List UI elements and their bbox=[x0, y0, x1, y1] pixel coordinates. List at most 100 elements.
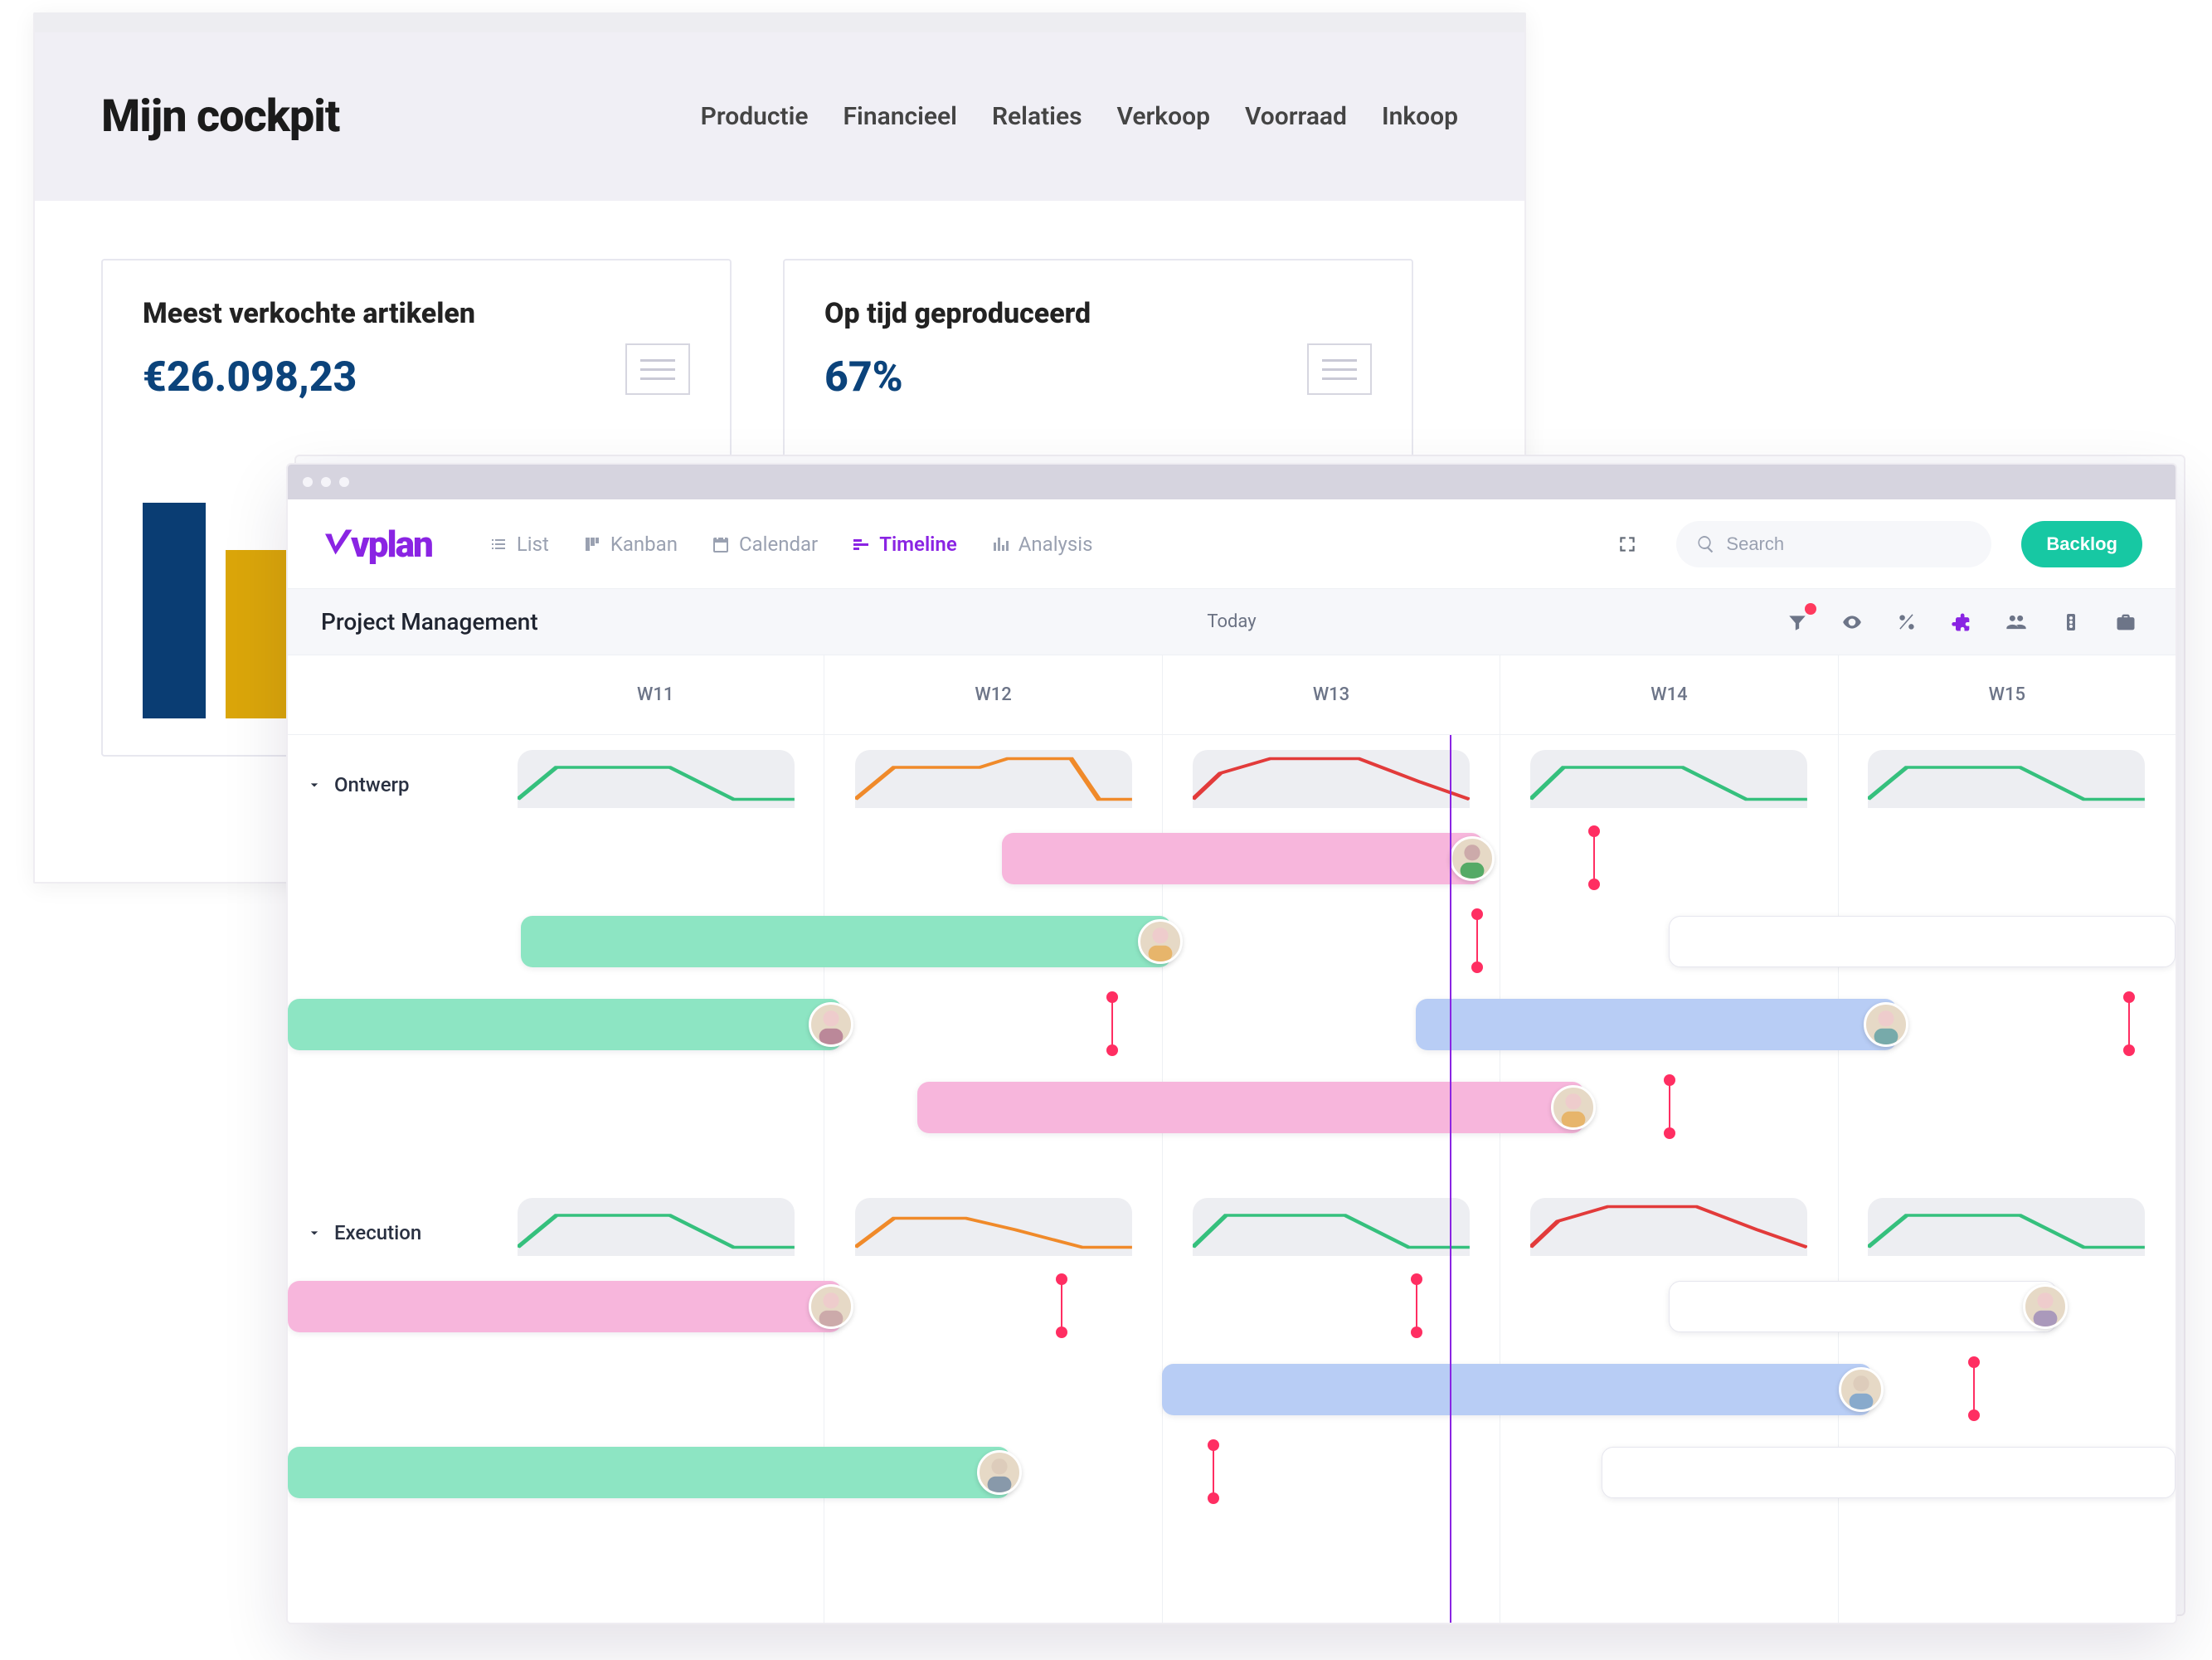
capacity-strip bbox=[1193, 1198, 1470, 1256]
nav-relaties[interactable]: Relaties bbox=[992, 102, 1082, 131]
task-bar[interactable] bbox=[1669, 916, 2176, 967]
briefcase-icon bbox=[2114, 611, 2137, 634]
group-label: Ontwerp bbox=[334, 773, 410, 796]
milestone-marker[interactable] bbox=[2128, 997, 2130, 1050]
eye-icon bbox=[1841, 611, 1863, 633]
nav-verkoop[interactable]: Verkoop bbox=[1117, 102, 1210, 131]
nav-inkoop[interactable]: Inkoop bbox=[1382, 102, 1458, 131]
team-button[interactable] bbox=[2000, 606, 2033, 639]
tab-timeline[interactable]: Timeline bbox=[851, 533, 957, 556]
week-col: W12 bbox=[824, 655, 1161, 734]
today-line bbox=[1450, 735, 1451, 1623]
kanban-icon bbox=[582, 534, 602, 554]
avatar bbox=[1138, 919, 1183, 964]
milestone-marker[interactable] bbox=[1669, 1080, 1670, 1133]
tab-analysis[interactable]: Analysis bbox=[990, 533, 1093, 556]
cockpit-header: Mijn cockpit Productie Financieel Relati… bbox=[35, 32, 1524, 201]
bar-chart bbox=[143, 503, 289, 718]
traffic-light-dot bbox=[339, 477, 349, 487]
board-title: Project Management bbox=[321, 608, 538, 635]
capacity-strip bbox=[1530, 750, 1807, 808]
task-bar[interactable] bbox=[288, 1447, 1010, 1498]
filter-button[interactable] bbox=[1781, 606, 1814, 639]
task-bar[interactable] bbox=[1416, 999, 1897, 1050]
vplan-window: vplan List Kanban Calendar Timeline Anal… bbox=[286, 463, 2177, 1624]
card-menu-icon[interactable] bbox=[625, 343, 690, 395]
puzzle-icon bbox=[1950, 611, 1973, 634]
card-value: €26.098,23 bbox=[143, 353, 690, 402]
avatar bbox=[1551, 1085, 1596, 1130]
backlog-button[interactable]: Backlog bbox=[2021, 521, 2142, 567]
avatar bbox=[977, 1450, 1022, 1495]
group-execution[interactable]: Execution bbox=[288, 1221, 487, 1244]
card-title: Meest verkochte artikelen bbox=[143, 297, 690, 330]
calendar-icon bbox=[711, 534, 731, 554]
percent-button[interactable] bbox=[1890, 606, 1923, 639]
milestone-marker[interactable] bbox=[1593, 831, 1595, 884]
today-label[interactable]: Today bbox=[1207, 611, 1256, 632]
vplan-topbar: vplan List Kanban Calendar Timeline Anal… bbox=[288, 499, 2176, 589]
task-bar[interactable] bbox=[288, 999, 842, 1050]
avatar bbox=[1839, 1367, 1884, 1412]
nav-productie[interactable]: Productie bbox=[701, 102, 809, 131]
percent-icon bbox=[1896, 611, 1918, 633]
week-col: W14 bbox=[1500, 655, 1837, 734]
nav-voorraad[interactable]: Voorraad bbox=[1245, 102, 1347, 131]
visibility-button[interactable] bbox=[1835, 606, 1869, 639]
capacity-strip bbox=[1868, 750, 2145, 808]
page-title: Mijn cockpit bbox=[101, 90, 339, 143]
avatar bbox=[2023, 1284, 2068, 1329]
week-col: W13 bbox=[1162, 655, 1500, 734]
milestone-marker[interactable] bbox=[1416, 1279, 1417, 1332]
traffic-light-icon bbox=[2061, 611, 2081, 634]
card-value: 67% bbox=[824, 353, 1372, 402]
vplan-subbar: Project Management Today bbox=[288, 589, 2176, 655]
tab-list[interactable]: List bbox=[489, 533, 549, 556]
traffic-light-dot bbox=[303, 477, 313, 487]
tab-calendar[interactable]: Calendar bbox=[711, 533, 818, 556]
task-bar[interactable] bbox=[1669, 1281, 2057, 1332]
puzzle-button[interactable] bbox=[1945, 606, 1978, 639]
nav-financieel[interactable]: Financieel bbox=[843, 102, 957, 131]
chevron-down-icon bbox=[306, 1224, 323, 1241]
milestone-marker[interactable] bbox=[1213, 1445, 1214, 1498]
task-bar[interactable] bbox=[1002, 833, 1483, 884]
cockpit-nav: Productie Financieel Relaties Verkoop Vo… bbox=[701, 102, 1458, 131]
analysis-icon bbox=[990, 534, 1010, 554]
avatar bbox=[809, 1002, 853, 1047]
fullscreen-button[interactable] bbox=[1608, 525, 1646, 563]
avatar bbox=[1450, 836, 1495, 881]
group-label: Execution bbox=[334, 1221, 421, 1244]
tab-label: Calendar bbox=[739, 533, 818, 556]
task-bar[interactable] bbox=[521, 916, 1171, 967]
milestone-marker[interactable] bbox=[1973, 1362, 1975, 1415]
capacity-strip bbox=[1193, 750, 1470, 808]
capacity-strip bbox=[518, 750, 795, 808]
task-bar[interactable] bbox=[288, 1281, 842, 1332]
tab-kanban[interactable]: Kanban bbox=[582, 533, 678, 556]
avatar bbox=[1864, 1002, 1908, 1047]
group-ontwerp[interactable]: Ontwerp bbox=[288, 773, 487, 796]
milestone-marker[interactable] bbox=[1061, 1279, 1062, 1332]
task-bar[interactable] bbox=[917, 1082, 1584, 1133]
week-col: W11 bbox=[487, 655, 824, 734]
timeline-body: Ontwerp bbox=[288, 735, 2176, 1623]
search-input[interactable] bbox=[1726, 533, 1971, 555]
briefcase-button[interactable] bbox=[2109, 606, 2142, 639]
search-box[interactable] bbox=[1676, 521, 1991, 567]
card-menu-icon[interactable] bbox=[1307, 343, 1372, 395]
task-bar[interactable] bbox=[1162, 1364, 1871, 1415]
resource-button[interactable] bbox=[2054, 606, 2088, 639]
search-icon bbox=[1696, 534, 1716, 554]
bar-1 bbox=[143, 503, 206, 718]
view-tabs: List Kanban Calendar Timeline Analysis bbox=[489, 533, 1093, 556]
tab-label: Analysis bbox=[1018, 533, 1093, 556]
avatar bbox=[809, 1284, 853, 1329]
tab-label: List bbox=[517, 533, 549, 556]
backlog-label: Backlog bbox=[2046, 533, 2117, 555]
capacity-strip bbox=[518, 1198, 795, 1256]
task-bar[interactable] bbox=[1602, 1447, 2176, 1498]
vplan-logo[interactable]: vplan bbox=[321, 523, 432, 566]
milestone-marker[interactable] bbox=[1476, 914, 1478, 967]
milestone-marker[interactable] bbox=[1111, 997, 1113, 1050]
